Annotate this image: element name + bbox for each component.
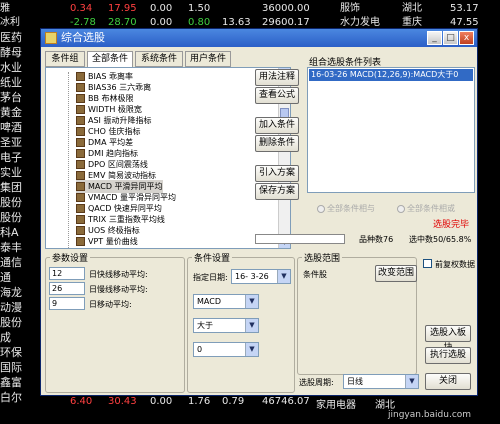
date-picker[interactable]: 16- 3-26 ▼ bbox=[231, 269, 291, 284]
add-condition-button[interactable]: 加入条件 bbox=[255, 117, 299, 134]
radio-icon bbox=[397, 204, 405, 213]
pre-adjusted-checkbox[interactable] bbox=[423, 259, 432, 268]
maximize-button[interactable]: □ bbox=[443, 31, 458, 45]
indicator-select[interactable]: MACD ▼ bbox=[193, 294, 259, 309]
delete-condition-button[interactable]: 删除条件 bbox=[255, 135, 299, 152]
tree-item-label: CHO 佳庆指标 bbox=[88, 127, 141, 136]
tab-condition-group[interactable]: 条件组 bbox=[45, 51, 85, 67]
operator-select[interactable]: 大于 ▼ bbox=[193, 318, 259, 333]
indicator-icon bbox=[76, 160, 85, 169]
chevron-down-icon: ▼ bbox=[405, 375, 418, 388]
date-label: 指定日期: bbox=[193, 273, 228, 282]
tree-item-label: ASI 振动升降指标 bbox=[88, 116, 152, 125]
view-formula-button[interactable]: 查看公式 bbox=[255, 87, 299, 104]
combo-condition-item[interactable]: 16-03-26 MACD(12,26,9):MACD大于0 bbox=[309, 69, 473, 81]
change-scope-button[interactable]: 改变范围 bbox=[375, 265, 417, 282]
radio-icon bbox=[317, 204, 325, 213]
close-window-button[interactable]: x bbox=[459, 31, 474, 45]
tree-item-label: WIDTH 极限宽 bbox=[88, 105, 142, 114]
progress-bar bbox=[255, 234, 345, 244]
radio-any-or[interactable]: 全部条件相或 bbox=[397, 203, 455, 214]
tree-item-label: DMA 平均差 bbox=[88, 138, 134, 147]
period-label: 选股周期: bbox=[299, 378, 334, 387]
tree-item-label: EMV 简易波动指标 bbox=[88, 171, 156, 180]
indicator-icon bbox=[76, 193, 85, 202]
chevron-down-icon: ▼ bbox=[245, 295, 258, 308]
combo-conditions-list[interactable]: 16-03-26 MACD(12,26,9):MACD大于0 bbox=[307, 67, 475, 193]
minimize-button[interactable]: _ bbox=[427, 31, 442, 45]
tree-item-label: DMI 趋向指标 bbox=[88, 149, 138, 158]
tree-item-label: BIAS36 三六乖离 bbox=[88, 83, 152, 92]
period-select[interactable]: 日线 ▼ bbox=[343, 374, 419, 389]
app-icon bbox=[45, 32, 57, 44]
scope-label: 条件股 bbox=[303, 270, 327, 279]
usage-notes-button[interactable]: 用法注释 bbox=[255, 69, 299, 86]
fast-period-label: 日快线移动平均: bbox=[89, 270, 148, 279]
slow-period-input[interactable]: 26 bbox=[49, 282, 85, 295]
indicator-icon bbox=[76, 138, 85, 147]
indicator-icon bbox=[76, 83, 85, 92]
indicator-icon bbox=[76, 237, 85, 246]
slow-period-label: 日慢线移动平均: bbox=[89, 285, 148, 294]
indicator-icon bbox=[76, 105, 85, 114]
tree-item-label: DPO 区间震荡线 bbox=[88, 160, 148, 169]
indicator-icon bbox=[76, 215, 85, 224]
dialog-titlebar[interactable]: 综合选股 _ □ x bbox=[41, 29, 477, 47]
indicator-icon bbox=[76, 116, 85, 125]
signal-period-input[interactable]: 9 bbox=[49, 297, 85, 310]
tab-user-conditions[interactable]: 用户条件 bbox=[185, 51, 231, 67]
chevron-down-icon: ▼ bbox=[245, 319, 258, 332]
indicator-icon bbox=[76, 94, 85, 103]
signal-period-label: 日移动平均: bbox=[89, 300, 132, 309]
value-select[interactable]: 0 ▼ bbox=[193, 342, 259, 357]
save-scheme-button[interactable]: 保存方案 bbox=[255, 183, 299, 200]
tree-connector bbox=[68, 72, 69, 248]
tree-item-label: VMACD 量平滑异同平均 bbox=[88, 193, 176, 202]
indicator-icon bbox=[76, 204, 85, 213]
stock-screening-dialog: 综合选股 _ □ x 条件组 全部条件 系统条件 用户条件 BIAS 乖离率 BI… bbox=[40, 28, 478, 396]
tree-item[interactable]: VPT 量价曲线 bbox=[76, 235, 138, 248]
indicator-icon bbox=[76, 171, 85, 180]
dialog-title: 综合选股 bbox=[61, 31, 105, 44]
add-to-block-button[interactable]: 选股入板块 bbox=[425, 325, 471, 353]
chevron-down-icon: ▼ bbox=[245, 343, 258, 356]
pre-adjusted-label: 前复权数据 bbox=[435, 260, 475, 269]
tree-item-label: BB 布林极限 bbox=[88, 94, 134, 103]
indicator-icon bbox=[76, 127, 85, 136]
tree-item-label: UOS 终极指标 bbox=[88, 226, 140, 235]
watermark: jingyan.baidu.com bbox=[388, 410, 472, 420]
selected-display: 选中数50/65.8% bbox=[409, 235, 472, 244]
execute-screening-button[interactable]: 执行选股 bbox=[425, 347, 471, 364]
tree-item-label: VPT 量价曲线 bbox=[88, 237, 138, 246]
radio-all-and[interactable]: 全部条件相与 bbox=[317, 203, 375, 214]
tab-system-conditions[interactable]: 系统条件 bbox=[135, 51, 183, 67]
tab-all-conditions[interactable]: 全部条件 bbox=[87, 51, 133, 68]
status-text: 选股完毕 bbox=[433, 220, 470, 230]
tree-item-label: BIAS 乖离率 bbox=[88, 72, 133, 81]
indicator-icon bbox=[76, 226, 85, 235]
import-scheme-button[interactable]: 引入方案 bbox=[255, 165, 299, 182]
indicator-icon bbox=[76, 72, 85, 81]
tree-item-label: QACD 快速异同平均 bbox=[88, 204, 162, 213]
chevron-down-icon: ▼ bbox=[277, 270, 290, 283]
count-display: 品种数76 bbox=[359, 235, 394, 244]
indicator-icon bbox=[76, 149, 85, 158]
tree-item-label: MACD 平滑异同平均 bbox=[88, 182, 163, 191]
tree-item-label: TRIX 三重指数平均线 bbox=[88, 215, 165, 224]
fast-period-input[interactable]: 12 bbox=[49, 267, 85, 280]
close-button[interactable]: 关闭 bbox=[425, 373, 471, 390]
indicator-icon bbox=[76, 182, 85, 191]
